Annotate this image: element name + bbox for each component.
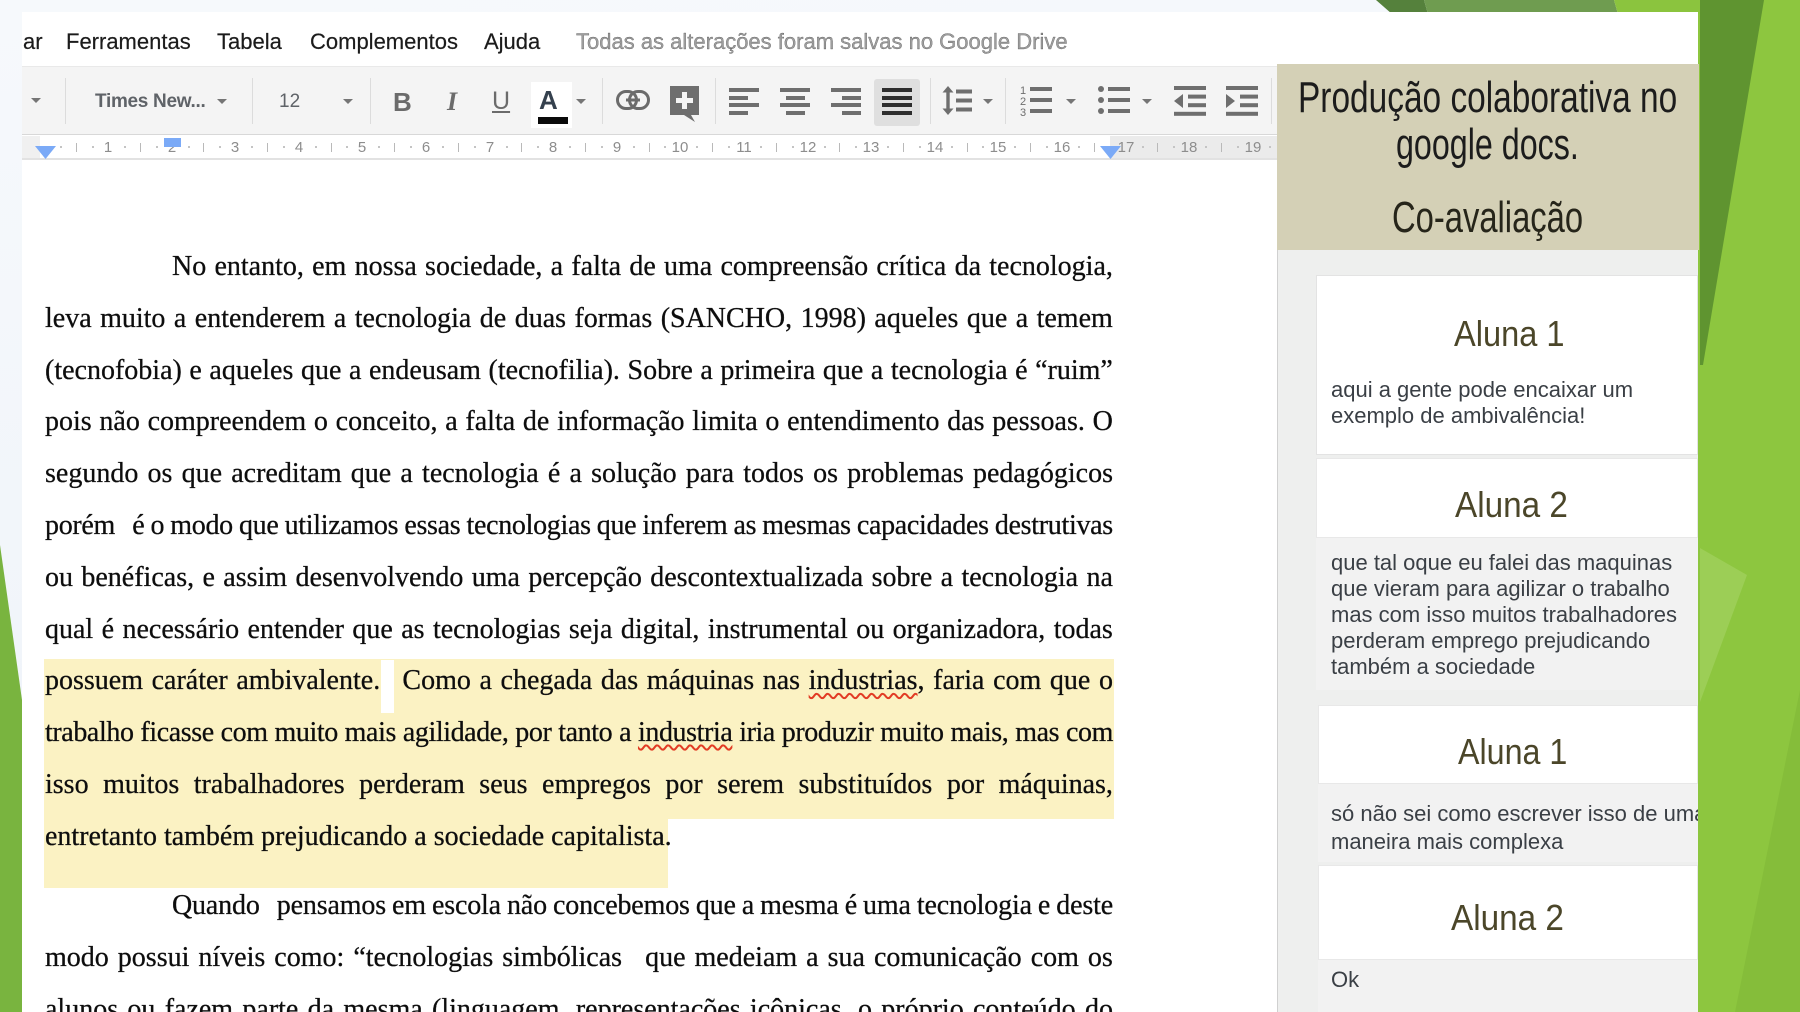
svg-text:3: 3 — [1020, 107, 1026, 117]
